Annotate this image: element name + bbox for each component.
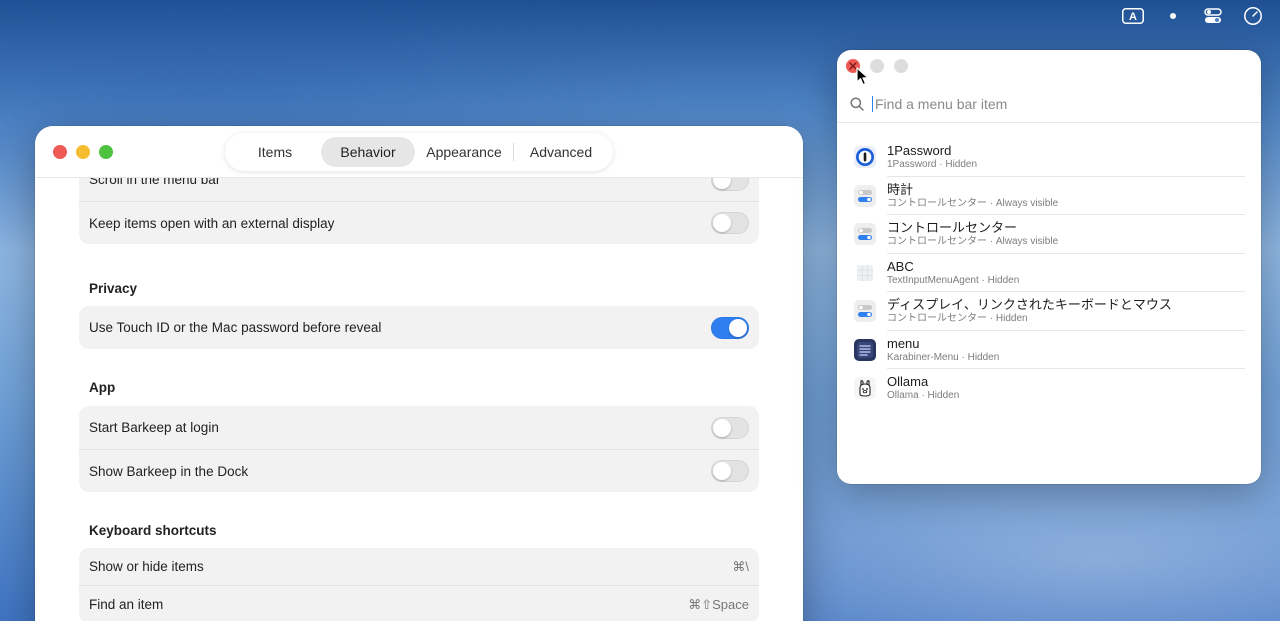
menubar-status-icons: A [1122,6,1264,26]
setting-label: Start Barkeep at login [89,420,219,435]
results-list: 1Password 1Password · Hidden 時計 コントロールセン… [837,138,1261,408]
setting-row: Show or hide items ⌘\ [79,548,759,585]
setting-label: Find an item [89,597,164,612]
search-input[interactable] [875,96,1235,112]
tab-behavior[interactable]: Behavior [321,137,415,167]
mouse-cursor-icon [856,67,869,86]
settings-window: Items Behavior Appearance Advanced Scrol… [35,126,803,621]
dot-icon[interactable] [1162,6,1184,26]
setting-label: Use Touch ID or the Mac password before … [89,320,382,335]
list-item[interactable]: ディスプレイ、リンクされたキーボードとマウス コントロールセンター · Hidd… [837,292,1261,331]
list-item[interactable]: コントロールセンター コントロールセンター · Always visible [837,215,1261,254]
result-subtitle: Karabiner-Menu · Hidden [887,351,1000,363]
clock-icon[interactable] [1242,6,1264,26]
menu-bar-item-finder: 1Password 1Password · Hidden 時計 コントロールセン… [837,50,1261,484]
setting-label: Keep items open with an external display [89,215,335,231]
section-title-app: App [89,380,116,395]
result-title: menu [887,335,920,351]
setting-row: Show Barkeep in the Dock [79,449,759,492]
result-subtitle: コントロールセンター · Hidden [887,313,1028,325]
karabiner-icon [854,338,876,361]
control-center-icon [854,184,876,207]
section-title-keyboard-shortcuts: Keyboard shortcuts [89,523,217,538]
list-item[interactable]: 1Password 1Password · Hidden [837,138,1261,177]
keyboard-shortcuts-group: Show or hide items ⌘\ Find an item ⌘⇧Spa… [79,548,759,621]
touch-id-toggle[interactable] [711,316,749,339]
section-title-privacy: Privacy [89,281,138,296]
zoom-button[interactable] [99,145,113,159]
setting-label: Show or hide items [89,559,204,574]
search-icon [850,97,864,111]
close-button[interactable] [53,145,67,159]
zoom-button[interactable] [894,59,908,73]
setting-label: Show Barkeep in the Dock [89,463,249,479]
result-title: コントロールセンター [887,220,1018,236]
tab-advanced[interactable]: Advanced [514,137,608,167]
setting-row: Find an item ⌘⇧Space [79,585,759,621]
svg-text:A: A [1129,11,1137,23]
result-subtitle: コントロールセンター · Always visible [887,197,1059,209]
result-title: 時計 [887,181,914,197]
control-center-icon[interactable] [1202,6,1224,26]
list-item[interactable]: ABC TextInputMenuAgent · Hidden [837,254,1261,293]
app-group: Start Barkeep at login Show Barkeep in t… [79,406,759,492]
list-item[interactable]: Ollama Ollama · Hidden [837,369,1261,408]
show-in-dock-toggle[interactable] [711,460,749,482]
text-caret [872,96,873,112]
shortcut-recorder[interactable]: ⌘⇧Space [688,597,749,613]
list-item[interactable]: menu Karabiner-Menu · Hidden [837,331,1261,370]
setting-row: Keep items open with an external display [79,201,759,244]
result-title: ディスプレイ、リンクされたキーボードとマウス [887,297,1172,313]
input-source-a-icon[interactable]: A [1122,6,1144,26]
result-subtitle: TextInputMenuAgent · Hidden [887,274,1020,286]
settings-tab-bar: Items Behavior Appearance Advanced [225,133,613,171]
result-subtitle: Ollama · Hidden [887,390,960,402]
setting-row: Use Touch ID or the Mac password before … [79,306,759,349]
minimize-button[interactable] [76,145,90,159]
result-title: 1Password [887,143,952,159]
settings-titlebar: Items Behavior Appearance Advanced [35,126,803,178]
search-bar [837,86,1261,123]
result-title: ABC [887,258,914,274]
shortcut-recorder[interactable]: ⌘\ [732,559,749,575]
list-item[interactable]: 時計 コントロールセンター · Always visible [837,177,1261,216]
start-at-login-toggle[interactable] [711,416,749,439]
window-controls [53,145,113,159]
external-display-toggle[interactable] [711,212,749,234]
result-subtitle: 1Password · Hidden [887,159,978,171]
privacy-group: Use Touch ID or the Mac password before … [79,306,759,349]
result-title: Ollama [887,374,929,390]
control-center-icon [854,223,876,246]
setting-row: Start Barkeep at login [79,406,759,449]
input-menu-icon [854,262,876,284]
tab-items[interactable]: Items [229,137,321,167]
1password-icon [854,146,876,169]
ollama-icon [854,377,876,400]
result-subtitle: コントロールセンター · Always visible [887,236,1059,248]
control-center-icon [854,300,876,323]
tab-appearance[interactable]: Appearance [415,137,513,167]
minimize-button[interactable] [870,59,884,73]
